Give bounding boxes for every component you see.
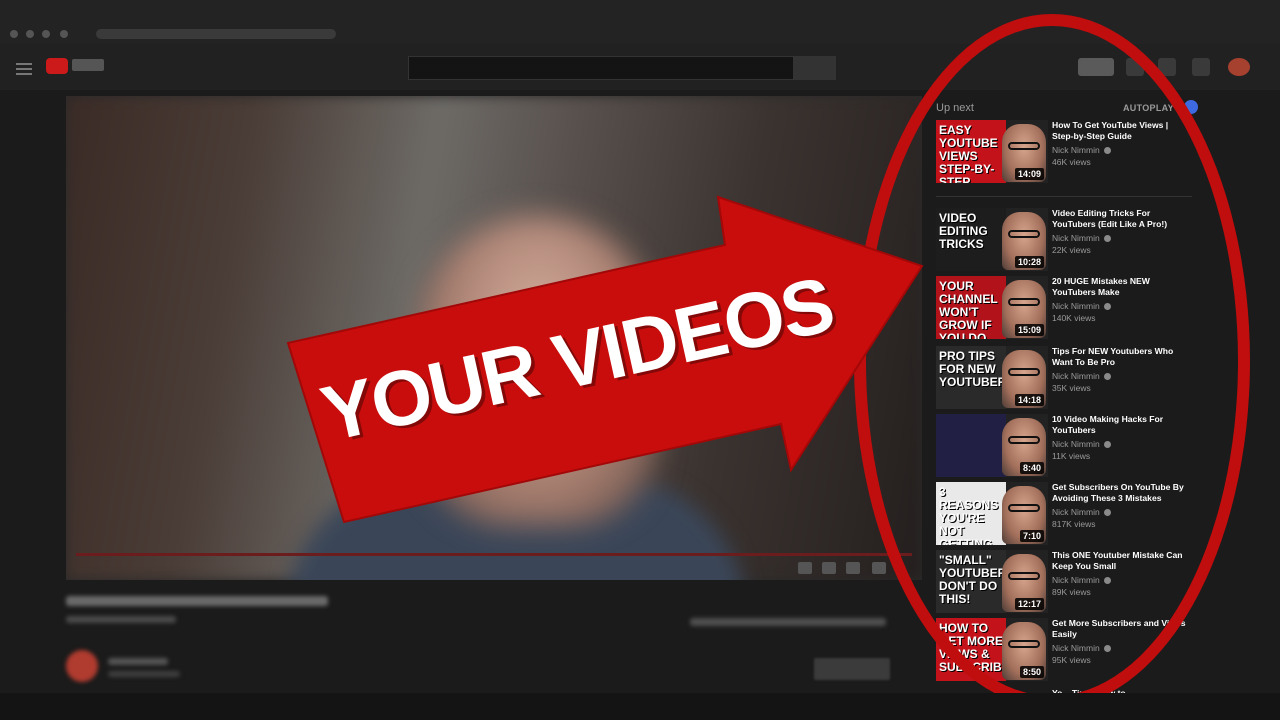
subscribe-button[interactable] [814, 658, 890, 680]
youtube-logo-icon[interactable] [46, 58, 68, 74]
channel-avatar[interactable] [66, 650, 98, 682]
address-bar[interactable] [96, 29, 336, 39]
miniplayer-icon[interactable] [822, 562, 836, 574]
notifications-icon[interactable] [1192, 58, 1210, 76]
hamburger-menu-icon[interactable] [16, 60, 32, 75]
video-title-blurred [66, 596, 328, 606]
avatar[interactable] [1228, 58, 1250, 76]
search-input[interactable] [408, 56, 794, 80]
search-button[interactable] [794, 56, 836, 80]
youtube-logo-wordmark[interactable] [72, 59, 104, 71]
highlight-ellipse [854, 14, 1250, 708]
subscriber-count-blurred [108, 671, 180, 677]
video-stats-blurred [66, 616, 176, 623]
page-bottom [0, 693, 1280, 720]
settings-icon[interactable] [798, 562, 812, 574]
theater-mode-icon[interactable] [846, 562, 860, 574]
progress-bar[interactable] [76, 553, 912, 556]
fullscreen-icon[interactable] [872, 562, 886, 574]
channel-name-blurred[interactable] [108, 658, 168, 665]
like-dislike-share-blurred[interactable] [690, 618, 886, 626]
